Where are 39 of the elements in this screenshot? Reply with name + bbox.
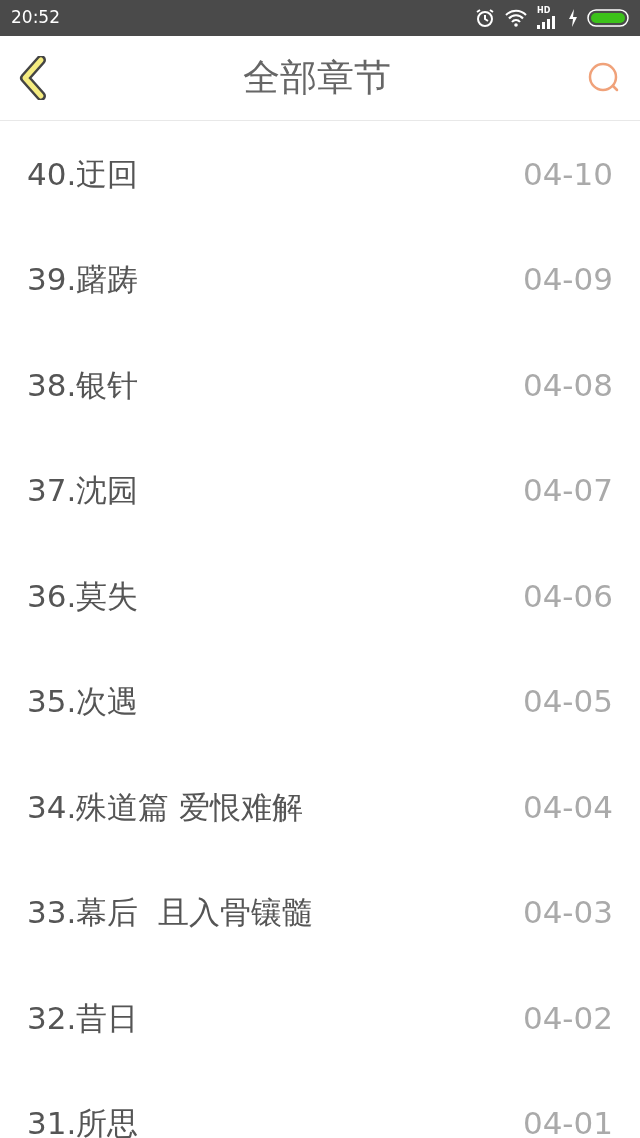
network-label: HD [537, 7, 551, 15]
chapter-title: 33.幕后 且入骨镶髓 [27, 893, 313, 932]
alarm-icon [475, 8, 495, 28]
chapter-date: 04-03 [522, 893, 613, 932]
chapter-title: 39.躇踌 [27, 260, 139, 299]
chapter-date: 04-02 [522, 998, 613, 1038]
charging-icon [568, 9, 578, 27]
battery-icon [587, 9, 629, 27]
back-icon [19, 56, 47, 100]
chapter-row[interactable]: 33.幕后 且入骨镶髓 04-03 [0, 859, 640, 965]
chapter-row[interactable]: 40.迂回 04-10 [0, 121, 640, 227]
chapter-date: 04-10 [522, 154, 613, 194]
chapter-title: 40.迂回 [27, 154, 139, 194]
chapter-title: 38.银针 [27, 365, 139, 405]
chapter-date: 04-07 [522, 471, 613, 510]
back-button[interactable] [18, 56, 48, 100]
chapter-row[interactable]: 38.银针 04-08 [0, 332, 640, 438]
chapter-title: 34.殊道篇 爱恨难解 [27, 787, 304, 827]
status-time: 20:52 [11, 6, 60, 30]
chapter-date: 04-08 [522, 365, 613, 405]
chapter-row[interactable]: 31.所思 04-01 [0, 1070, 640, 1138]
chapter-row[interactable]: 37.沈园 04-07 [0, 437, 640, 543]
chapter-row[interactable]: 39.躇踌 04-09 [0, 226, 640, 332]
chapter-date: 04-06 [522, 576, 613, 616]
chapter-date: 04-01 [522, 1104, 613, 1138]
wifi-icon [504, 9, 528, 27]
chapter-row[interactable]: 34.殊道篇 爱恨难解 04-04 [0, 754, 640, 860]
chapter-date: 04-05 [522, 682, 613, 721]
page-title: 全部章节 [242, 55, 392, 102]
chapter-title: 31.所思 [27, 1104, 139, 1138]
chapter-date: 04-04 [522, 787, 613, 827]
chapter-title: 32.昔日 [27, 998, 139, 1038]
chapter-title: 36.莫失 [27, 576, 139, 616]
chapter-date: 04-09 [522, 260, 613, 299]
chapter-title: 37.沈园 [27, 471, 139, 510]
chapter-title: 35.次遇 [27, 682, 139, 721]
chapter-row[interactable]: 36.莫失 04-06 [0, 543, 640, 649]
chapter-row[interactable]: 32.昔日 04-02 [0, 965, 640, 1071]
chapter-row[interactable]: 35.次遇 04-05 [0, 648, 640, 754]
